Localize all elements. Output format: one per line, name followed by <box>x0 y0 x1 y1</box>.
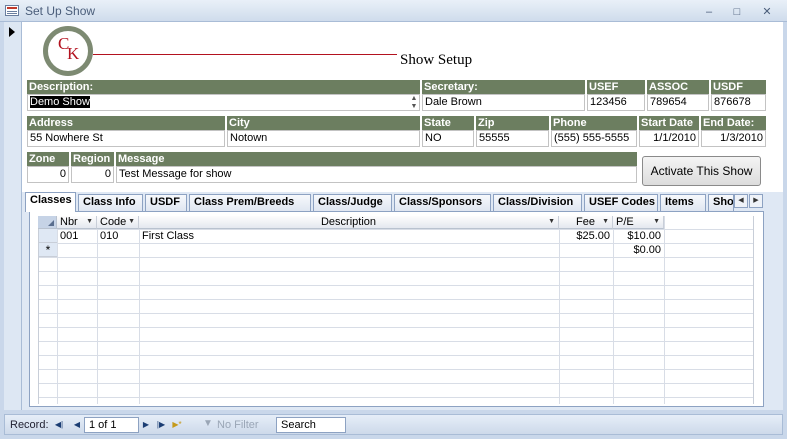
grid-col-divider <box>57 216 58 404</box>
zip-label: Zip <box>476 116 549 130</box>
column-header-label: Code <box>100 216 127 228</box>
ck-logo: C K <box>43 26 93 76</box>
state-label: State <box>422 116 474 130</box>
end-date-field[interactable]: 1/3/2010 <box>701 130 766 147</box>
tab-class-info[interactable]: Class Info <box>78 194 143 211</box>
window-title: Set Up Show <box>25 4 96 18</box>
tab-classes[interactable]: Classes <box>25 192 76 212</box>
record-position-field[interactable]: 1 of 1 <box>84 417 139 433</box>
address-field[interactable]: 55 Nowhere St <box>27 130 225 147</box>
description-label: Description: <box>27 80 420 94</box>
search-input[interactable]: Search <box>276 417 346 433</box>
column-header-pe[interactable]: P/E ▼ <box>613 216 664 229</box>
city-field[interactable]: Notown <box>227 130 420 147</box>
grid-col-divider <box>97 216 98 404</box>
description-field[interactable]: Demo Show <box>27 94 420 111</box>
dropdown-arrow-icon[interactable]: ▼ <box>653 216 660 228</box>
access-form-icon <box>5 5 19 16</box>
tab-class-division[interactable]: Class/Division <box>493 194 582 211</box>
select-all-corner[interactable] <box>38 216 57 229</box>
dropdown-arrow-icon[interactable]: ▼ <box>602 216 609 228</box>
tab-show-truncated[interactable]: Sho <box>708 194 734 211</box>
last-record-icon[interactable]: |▶ <box>155 418 167 431</box>
zip-field[interactable]: 55555 <box>476 130 549 147</box>
column-header-label: P/E <box>616 216 634 228</box>
logo-letter-k: K <box>67 44 80 63</box>
column-header-nbr[interactable]: Nbr ▼ <box>57 216 97 229</box>
close-icon[interactable]: ✕ <box>758 6 776 18</box>
no-filter-label[interactable]: No Filter <box>217 419 259 431</box>
phone-label: Phone <box>551 116 637 130</box>
activate-show-button[interactable]: Activate This Show <box>642 156 761 186</box>
region-label: Region <box>71 152 114 166</box>
grid-col-divider <box>139 216 140 404</box>
usef-label: USEF <box>587 80 645 94</box>
tab-class-prem-breeds[interactable]: Class Prem/Breeds <box>189 194 311 211</box>
secretary-field[interactable]: Dale Brown <box>422 94 585 111</box>
first-record-icon[interactable]: ◀| <box>53 418 65 431</box>
column-header-description[interactable]: Description ▼ <box>139 216 559 229</box>
tab-items[interactable]: Items <box>660 194 706 211</box>
record-label: Record: <box>10 419 49 431</box>
tab-usef-codes[interactable]: USEF Codes <box>584 194 658 211</box>
tab-class-judge[interactable]: Class/Judge <box>313 194 392 211</box>
title-bar: Set Up Show – □ ✕ <box>0 0 787 22</box>
record-navigation-bar: Record: ◀| ◀ 1 of 1 ▶ |▶ ▶* ▼ No Filter … <box>4 414 783 435</box>
start-date-label: Start Date <box>639 116 699 130</box>
start-date-field[interactable]: 1/1/2010 <box>639 130 699 147</box>
next-record-icon[interactable]: ▶ <box>140 418 152 431</box>
dropdown-arrow-icon[interactable]: ▼ <box>548 216 555 228</box>
record-selector-strip[interactable] <box>4 22 22 410</box>
cell-description[interactable]: First Class <box>139 229 559 243</box>
city-label: City <box>227 116 420 130</box>
column-header-fee[interactable]: Fee ▼ <box>559 216 613 229</box>
cell-code[interactable]: 010 <box>97 229 139 243</box>
phone-field[interactable]: (555) 555-5555 <box>551 130 637 147</box>
end-date-label: End Date: <box>701 116 766 130</box>
classes-tab-page: Nbr ▼ Code ▼ Description ▼ Fee ▼ P/E ▼ 001 01… <box>29 211 764 407</box>
filter-icon: ▼ <box>203 418 213 429</box>
cell-fee[interactable]: $25.00 <box>559 229 613 243</box>
secretary-label: Secretary: <box>422 80 585 94</box>
message-label: Message <box>116 152 637 166</box>
column-header-label: Nbr <box>60 216 78 228</box>
assoc-field[interactable]: 789654 <box>647 94 709 111</box>
tab-class-sponsors[interactable]: Class/Sponsors <box>394 194 491 211</box>
message-field[interactable]: Test Message for show <box>116 166 637 183</box>
column-header-label: Description <box>320 216 377 228</box>
row-selector[interactable] <box>39 229 57 243</box>
tab-scroll-left-icon[interactable]: ◀ <box>734 194 748 208</box>
address-label: Address <box>27 116 225 130</box>
assoc-label: ASSOC <box>647 80 709 94</box>
column-header-label: Fee <box>576 216 595 228</box>
usdf-label: USDF <box>711 80 766 94</box>
usdf-field[interactable]: 876678 <box>711 94 766 111</box>
dropdown-arrow-icon[interactable]: ▼ <box>86 216 93 228</box>
grid-col-divider <box>559 216 560 404</box>
tab-scroll-right-icon[interactable]: ▶ <box>749 194 763 208</box>
form-body: C K Show Setup Description: Secretary: U… <box>22 22 783 410</box>
header-rule <box>93 54 397 55</box>
column-header-code[interactable]: Code ▼ <box>97 216 139 229</box>
new-record-icon[interactable]: ▶* <box>171 418 183 431</box>
zone-label: Zone <box>27 152 69 166</box>
state-field[interactable]: NO <box>422 130 474 147</box>
cell-pe[interactable]: $10.00 <box>613 229 664 243</box>
page-title: Show Setup <box>400 52 473 68</box>
region-field[interactable]: 0 <box>71 166 114 183</box>
dropdown-arrow-icon[interactable]: ▼ <box>128 216 135 228</box>
usef-field[interactable]: 123456 <box>587 94 645 111</box>
tab-usdf[interactable]: USDF <box>145 194 187 211</box>
maximize-icon[interactable]: □ <box>728 6 746 18</box>
new-record-marker[interactable]: * <box>39 243 57 257</box>
description-value: Demo Show <box>30 96 90 108</box>
cell-pe-new[interactable]: $0.00 <box>613 243 664 257</box>
previous-record-icon[interactable]: ◀ <box>71 418 83 431</box>
cell-nbr[interactable]: 001 <box>57 229 97 243</box>
zone-field[interactable]: 0 <box>27 166 69 183</box>
description-scroll[interactable]: ▲ ▼ <box>409 95 419 112</box>
grid-col-divider <box>664 216 665 404</box>
record-selector-arrow-icon <box>9 27 15 37</box>
minimize-icon[interactable]: – <box>700 6 718 18</box>
